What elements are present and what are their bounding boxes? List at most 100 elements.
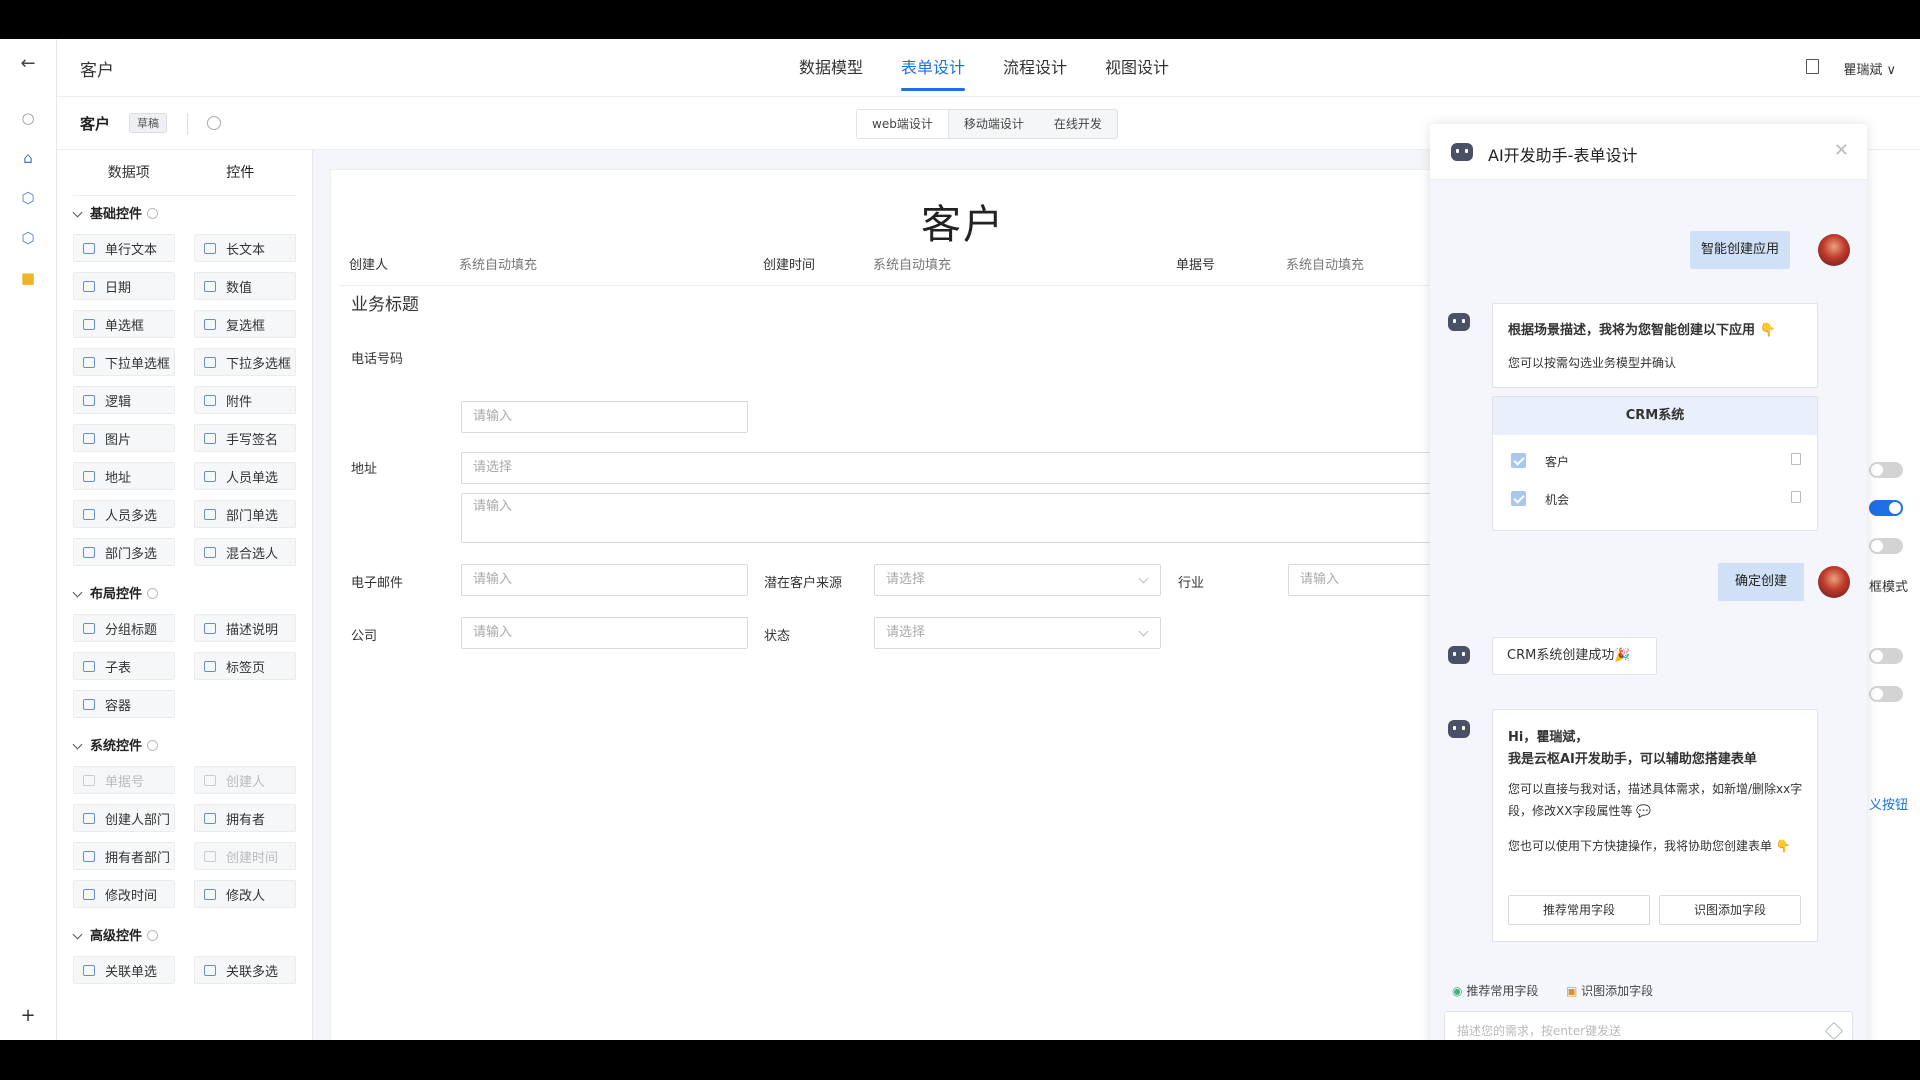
control-item[interactable]: 部门单选 [194,500,296,528]
control-item[interactable]: 关联多选 [194,956,296,984]
user-menu[interactable]: 瞿瑞斌 ∨ [1843,59,1896,78]
palette-group-title[interactable]: 基础控件 [57,196,312,234]
custom-button-link[interactable]: 义按钮 [1869,794,1908,813]
toggle-3[interactable] [1869,538,1903,554]
control-label: 容器 [105,698,132,714]
control-item[interactable]: 修改人 [194,880,296,908]
control-item[interactable]: 人员单选 [194,462,296,490]
toggle-5[interactable] [1869,686,1903,702]
palette-group-title[interactable]: 布局控件 [57,576,312,614]
control-item[interactable]: 容器 [73,690,175,718]
document-icon[interactable] [1791,491,1801,503]
control-item[interactable]: 混合选人 [194,538,296,566]
toggle-1[interactable] [1869,462,1903,478]
cube-icon[interactable]: ⬡ [17,187,39,209]
control-item[interactable]: 复选框 [194,310,296,338]
lead-source-select[interactable]: 请选择 [874,564,1161,596]
control-item[interactable]: 手写签名 [194,424,296,452]
chat-input[interactable]: 描述您的需求，按enter键发送 [1444,1011,1853,1040]
crm-item-checkbox[interactable] [1511,453,1526,468]
control-item[interactable]: 分组标题 [73,614,175,642]
quick-action-label: 推荐常用字段 [1466,984,1539,998]
bookmark-icon[interactable] [1806,59,1819,74]
quick-recommend-fields[interactable]: ◉ 推荐常用字段 [1452,982,1538,999]
control-item[interactable]: 日期 [73,272,175,300]
tab-controls[interactable]: 控件 [185,150,297,195]
package-icon[interactable]: ⬡ [17,227,39,249]
control-icon [204,812,216,824]
tab-flow-design[interactable]: 流程设计 [1003,39,1067,97]
search-icon[interactable]: ○ [17,107,39,129]
send-icon[interactable] [1824,1021,1844,1040]
phone-input[interactable]: 请输入 [461,401,748,433]
quick-image-add-fields[interactable]: ▣ 识图添加字段 [1566,982,1653,999]
close-icon[interactable]: ✕ [1834,140,1849,161]
control-item[interactable]: 单选框 [73,310,175,338]
toggle-2[interactable] [1869,500,1903,516]
doc-no-value: 系统自动填充 [1286,258,1365,273]
seg-online-dev[interactable]: 在线开发 [1039,110,1117,138]
back-arrow-icon[interactable]: ← [17,52,39,74]
image-add-fields-button[interactable]: 识图添加字段 [1659,895,1801,925]
control-item[interactable]: 子表 [73,652,175,680]
tab-data-model[interactable]: 数据模型 [799,39,863,97]
control-label: 描述说明 [226,622,279,638]
control-icon [83,470,95,482]
control-item[interactable]: 下拉单选框 [73,348,175,376]
control-icon [83,850,95,862]
control-item[interactable]: 地址 [73,462,175,490]
tab-data-items[interactable]: 数据项 [73,150,185,195]
control-item[interactable]: 数值 [194,272,296,300]
control-item[interactable]: 下拉多选框 [194,348,296,376]
palette-group-title[interactable]: 高级控件 [57,918,312,956]
user-message: 确定创建 [1718,563,1804,601]
control-icon [204,964,216,976]
document-icon[interactable] [1791,453,1801,465]
address-select[interactable]: 请选择 [461,452,1461,484]
control-item[interactable]: 创建人部门 [73,804,175,832]
control-item[interactable]: 拥有者 [194,804,296,832]
robot-icon [1448,313,1470,331]
creator-value: 系统自动填充 [459,258,538,273]
control-item[interactable]: 附件 [194,386,296,414]
email-input[interactable]: 请输入 [461,564,748,596]
toggle-4[interactable] [1869,648,1903,664]
control-icon [83,280,95,292]
section-title: 业务标题 [351,295,419,315]
status-select[interactable]: 请选择 [874,617,1161,649]
control-item[interactable]: 长文本 [194,234,296,262]
control-item[interactable]: 修改时间 [73,880,175,908]
control-label: 部门多选 [105,546,158,562]
history-icon[interactable] [207,116,221,130]
tab-form-design[interactable]: 表单设计 [901,39,966,97]
recommend-fields-button[interactable]: 推荐常用字段 [1508,895,1650,925]
control-item[interactable]: 图片 [73,424,175,452]
control-icon [204,394,216,406]
industry-label: 行业 [1178,576,1205,591]
control-item[interactable]: 人员多选 [73,500,175,528]
control-item[interactable]: 标签页 [194,652,296,680]
address-detail-input[interactable]: 请输入 [461,493,1461,543]
crm-item-checkbox[interactable] [1511,491,1526,506]
palette-group-title[interactable]: 系统控件 [57,728,312,766]
control-item[interactable]: 关联单选 [73,956,175,984]
folder-icon[interactable]: ■ [17,267,39,289]
control-label: 附件 [226,394,253,410]
control-icon [83,964,95,976]
seg-web[interactable]: web端设计 [857,110,949,138]
control-item[interactable]: 部门多选 [73,538,175,566]
control-item[interactable]: 单行文本 [73,234,175,262]
control-item[interactable]: 描述说明 [194,614,296,642]
control-icon [83,888,95,900]
group-label: 布局控件 [90,587,143,602]
add-icon[interactable]: + [17,1004,39,1026]
tab-view-design[interactable]: 视图设计 [1105,39,1169,97]
bot-message-line: 您可以按需勾选业务模型并确认 [1508,356,1677,370]
seg-mobile[interactable]: 移动端设计 [949,110,1039,138]
home-icon[interactable]: ⌂ [17,147,39,169]
greeting-line: 我是云枢AI开发助手，可以辅助您搭建表单 [1508,752,1757,767]
control-label: 单选框 [105,318,145,334]
control-item[interactable]: 拥有者部门 [73,842,175,870]
control-item[interactable]: 逻辑 [73,386,175,414]
company-input[interactable]: 请输入 [461,617,748,649]
